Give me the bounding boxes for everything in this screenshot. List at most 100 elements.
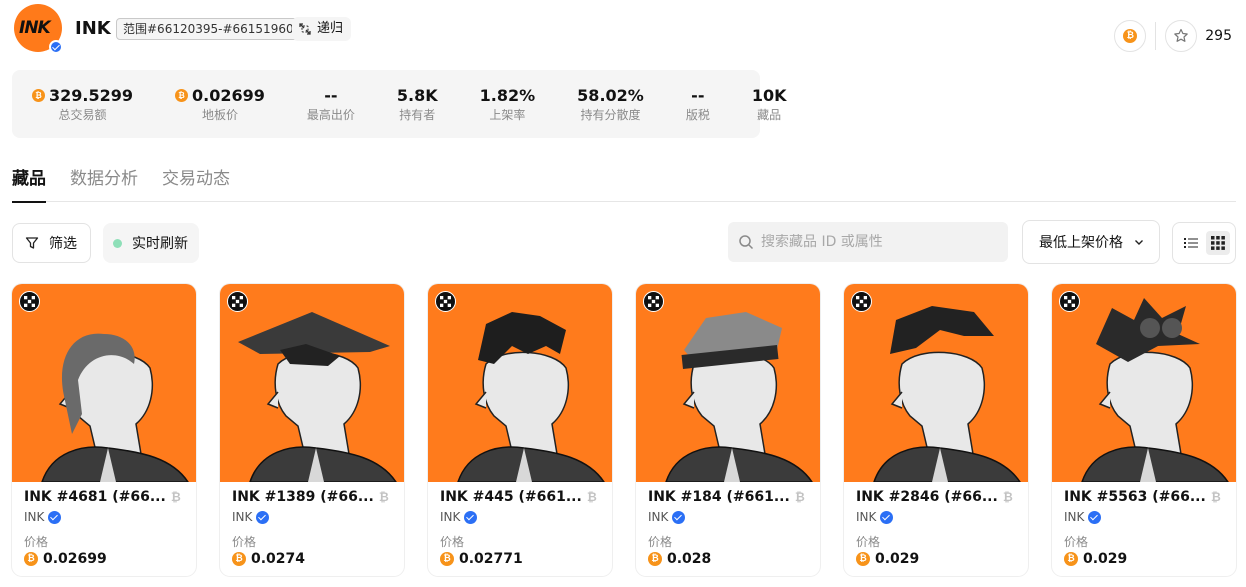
nft-card-body: INK #1389 (#66... ₿ INK 价格 ₿ 0.0274 [220, 482, 404, 567]
chevron-down-icon [1135, 240, 1143, 245]
star-icon [1174, 28, 1189, 42]
stat-item: ₿ 0.02699 地板价 [175, 86, 265, 123]
nft-card-body: INK #445 (#661... ₿ INK 价格 ₿ 0.02771 [428, 482, 612, 567]
nft-card[interactable]: INK #1389 (#66... ₿ INK 价格 ₿ 0.0274 [220, 284, 404, 576]
tab-item[interactable]: 藏品 [12, 164, 46, 203]
stat-label: 上架率 [489, 107, 526, 122]
search-icon [739, 235, 754, 250]
stat-value: 5.8K [396, 85, 438, 105]
bitcoin-icon: ₿ [232, 552, 246, 566]
nft-price-value: 0.028 [667, 551, 712, 567]
stat-label: 版税 [685, 107, 710, 122]
stat-value: -- [691, 85, 705, 105]
tab-item[interactable]: 数据分析 [70, 164, 138, 202]
nft-card[interactable]: INK #184 (#661... ₿ INK 价格 ₿ 0.028 [636, 284, 820, 576]
stat-item: 1.82% 上架率 [480, 86, 536, 123]
stat-value: 329.5299 [49, 85, 134, 105]
favorite-count: 295 [1205, 28, 1232, 44]
live-refresh-label: 实时刷新 [132, 236, 188, 252]
stat-value: -- [324, 85, 338, 105]
nft-card-body: INK #2846 (#66... ₿ INK 价格 ₿ 0.029 [844, 482, 1028, 567]
stats-panel: ₿ 329.5299 总交易额 ₿ 0.02699 地板价 -- 最高出价 5.8K 持有者 1.8… [12, 70, 787, 138]
filter-button[interactable]: 筛选 [12, 223, 91, 263]
nft-collection: INK [440, 510, 600, 524]
nft-price: ₿ 0.02699 [24, 551, 184, 567]
tab-item[interactable]: 交易动态 [162, 164, 230, 202]
bitcoin-chain-icon: ₿ [1003, 490, 1013, 504]
bitcoin-icon: ₿ [175, 88, 189, 102]
recursive-label: 递归 [317, 21, 344, 36]
chain-button[interactable]: ₿ [1114, 20, 1147, 52]
price-label: 价格 [1064, 535, 1089, 549]
nft-image[interactable] [1052, 284, 1236, 482]
okx-icon [1059, 291, 1080, 312]
inscription-range: 范围#66120395-#66151960 [116, 18, 301, 40]
live-status-dot [113, 238, 122, 248]
grid-view-button[interactable] [1205, 231, 1230, 255]
nft-price-value: 0.02699 [43, 551, 107, 567]
stat-label: 最高出价 [306, 107, 355, 122]
nft-price-value: 0.029 [875, 551, 920, 567]
verified-icon [49, 40, 63, 54]
nft-collection: INK [1064, 510, 1224, 524]
live-refresh-button[interactable]: 实时刷新 [103, 223, 199, 263]
nft-collection-name: INK [1064, 510, 1085, 524]
nft-price-value: 0.02771 [459, 551, 523, 567]
filter-icon [25, 237, 39, 249]
bitcoin-chain-icon: ₿ [171, 490, 181, 504]
bitcoin-chain-icon: ₿ [1211, 490, 1221, 504]
nft-image[interactable] [12, 284, 196, 482]
nft-title: INK #445 (#661... [440, 489, 582, 505]
nft-price: ₿ 0.02771 [440, 551, 600, 567]
stat-value: 1.82% [479, 85, 536, 105]
bitcoin-chain-icon: ₿ [795, 490, 805, 504]
price-label: 价格 [232, 535, 257, 549]
nft-image[interactable] [220, 284, 404, 482]
nft-collection-name: INK [440, 510, 461, 524]
stat-item: -- 最高出价 [307, 86, 355, 123]
nft-price: ₿ 0.029 [856, 551, 1016, 567]
stat-label: 地板价 [201, 107, 238, 122]
okx-icon [851, 291, 872, 312]
stat-item: ₿ 329.5299 总交易额 [32, 86, 133, 123]
nft-card[interactable]: INK #5563 (#66... ₿ INK 价格 ₿ 0.029 [1052, 284, 1236, 576]
stat-value: 0.02699 [192, 85, 265, 105]
nft-price: ₿ 0.0274 [232, 551, 392, 567]
price-label: 价格 [24, 535, 49, 549]
nft-card-body: INK #5563 (#66... ₿ INK 价格 ₿ 0.029 [1052, 482, 1236, 567]
nft-image[interactable] [636, 284, 820, 482]
search-input[interactable] [761, 234, 1001, 250]
favorite-button[interactable] [1165, 20, 1198, 52]
nft-image[interactable] [844, 284, 1028, 482]
list-view-button[interactable] [1179, 231, 1203, 255]
nft-collection: INK [856, 510, 1016, 524]
nft-collection-name: INK [856, 510, 877, 524]
list-view-icon [1183, 238, 1198, 248]
bitcoin-chain-icon: ₿ [587, 490, 597, 504]
nft-collection: INK [232, 510, 392, 524]
bitcoin-icon: ₿ [32, 88, 45, 102]
nft-title: INK #184 (#661... [648, 489, 790, 505]
search-box [728, 222, 1008, 262]
price-label: 价格 [440, 535, 465, 549]
filter-label: 筛选 [49, 236, 77, 252]
nft-image[interactable] [428, 284, 612, 482]
okx-icon [227, 291, 248, 312]
verified-icon [880, 510, 894, 524]
nft-card[interactable]: INK #445 (#661... ₿ INK 价格 ₿ 0.02771 [428, 284, 612, 576]
nft-card[interactable]: INK #2846 (#66... ₿ INK 价格 ₿ 0.029 [844, 284, 1028, 576]
bitcoin-icon: ₿ [24, 552, 38, 566]
stat-item: 10K 藏品 [752, 86, 787, 123]
nft-card[interactable]: INK #4681 (#66... ₿ INK 价格 ₿ 0.02699 [12, 284, 196, 576]
nft-collection: INK [648, 510, 808, 524]
nft-card-body: INK #4681 (#66... ₿ INK 价格 ₿ 0.02699 [12, 482, 196, 567]
nft-collection-name: INK [648, 510, 669, 524]
stat-label: 总交易额 [58, 107, 107, 122]
nft-title: INK #5563 (#66... [1064, 489, 1206, 505]
bitcoin-icon: ₿ [856, 552, 870, 566]
stat-label: 持有者 [399, 107, 436, 122]
verified-icon [672, 510, 686, 524]
sort-dropdown[interactable]: 最低上架价格 [1022, 220, 1160, 264]
recursive-button[interactable]: 递归 [292, 17, 352, 41]
bitcoin-icon: ₿ [1064, 552, 1078, 566]
